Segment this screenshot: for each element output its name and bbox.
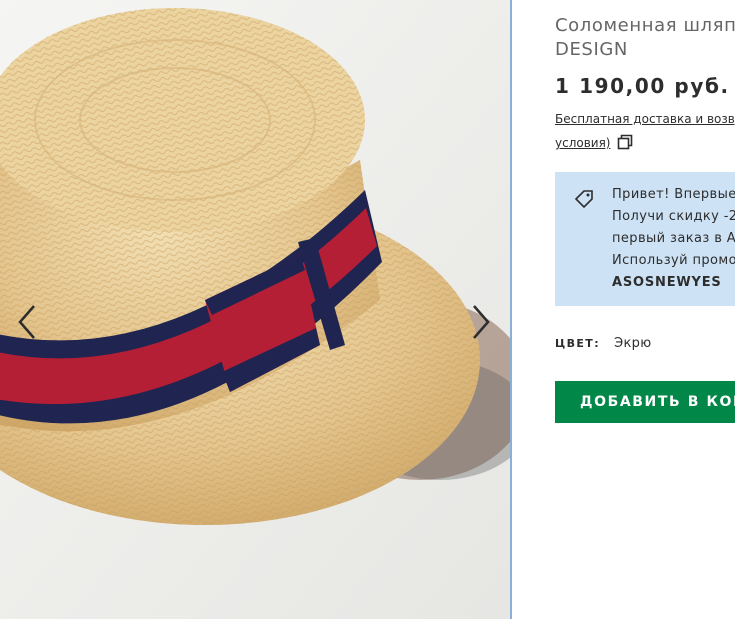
- promo-line-1: Привет! Впервые: [612, 187, 735, 202]
- promo-line-3: первый заказ в AS: [612, 231, 735, 246]
- color-label: ЦВЕТ:: [555, 337, 601, 350]
- copy-icon[interactable]: [617, 134, 633, 150]
- product-title-line-2: DESIGN: [555, 39, 628, 60]
- delivery-link[interactable]: Бесплатная доставка и возвра: [555, 107, 735, 131]
- product-title-line-1: Соломенная шляпа: [555, 15, 735, 36]
- previous-image-button[interactable]: [12, 300, 42, 344]
- delivery-info: Бесплатная доставка и возвра условия): [555, 107, 735, 155]
- promo-text: Привет! Впервые Получи скидку -20 первый…: [612, 184, 735, 294]
- price-tag-icon: [574, 190, 593, 209]
- color-value: Экрю: [614, 336, 652, 351]
- product-info-panel: Соломенная шляпа DESIGN 1 190,00 руб. Бе…: [555, 0, 735, 619]
- product-title: Соломенная шляпа DESIGN: [555, 14, 735, 62]
- delivery-conditions-link[interactable]: условия): [555, 136, 610, 150]
- product-photo: [0, 0, 510, 619]
- color-row: ЦВЕТ: Экрю: [555, 336, 651, 351]
- product-page: Соломенная шляпа DESIGN 1 190,00 руб. Бе…: [0, 0, 735, 619]
- promo-line-2: Получи скидку -20: [612, 209, 735, 224]
- promo-line-4: Используй промо: [612, 253, 735, 268]
- add-to-bag-button[interactable]: ДОБАВИТЬ В КОРЗ: [555, 381, 735, 423]
- product-image-gallery[interactable]: [0, 0, 510, 619]
- chevron-right-icon: [473, 305, 490, 339]
- next-image-button[interactable]: [466, 300, 496, 344]
- chevron-left-icon: [18, 305, 35, 339]
- promo-banner: Привет! Впервые Получи скидку -20 первый…: [555, 172, 735, 306]
- promo-code: ASOSNEWYES: [612, 275, 722, 290]
- product-price: 1 190,00 руб.: [555, 74, 730, 98]
- panel-divider: [510, 0, 512, 619]
